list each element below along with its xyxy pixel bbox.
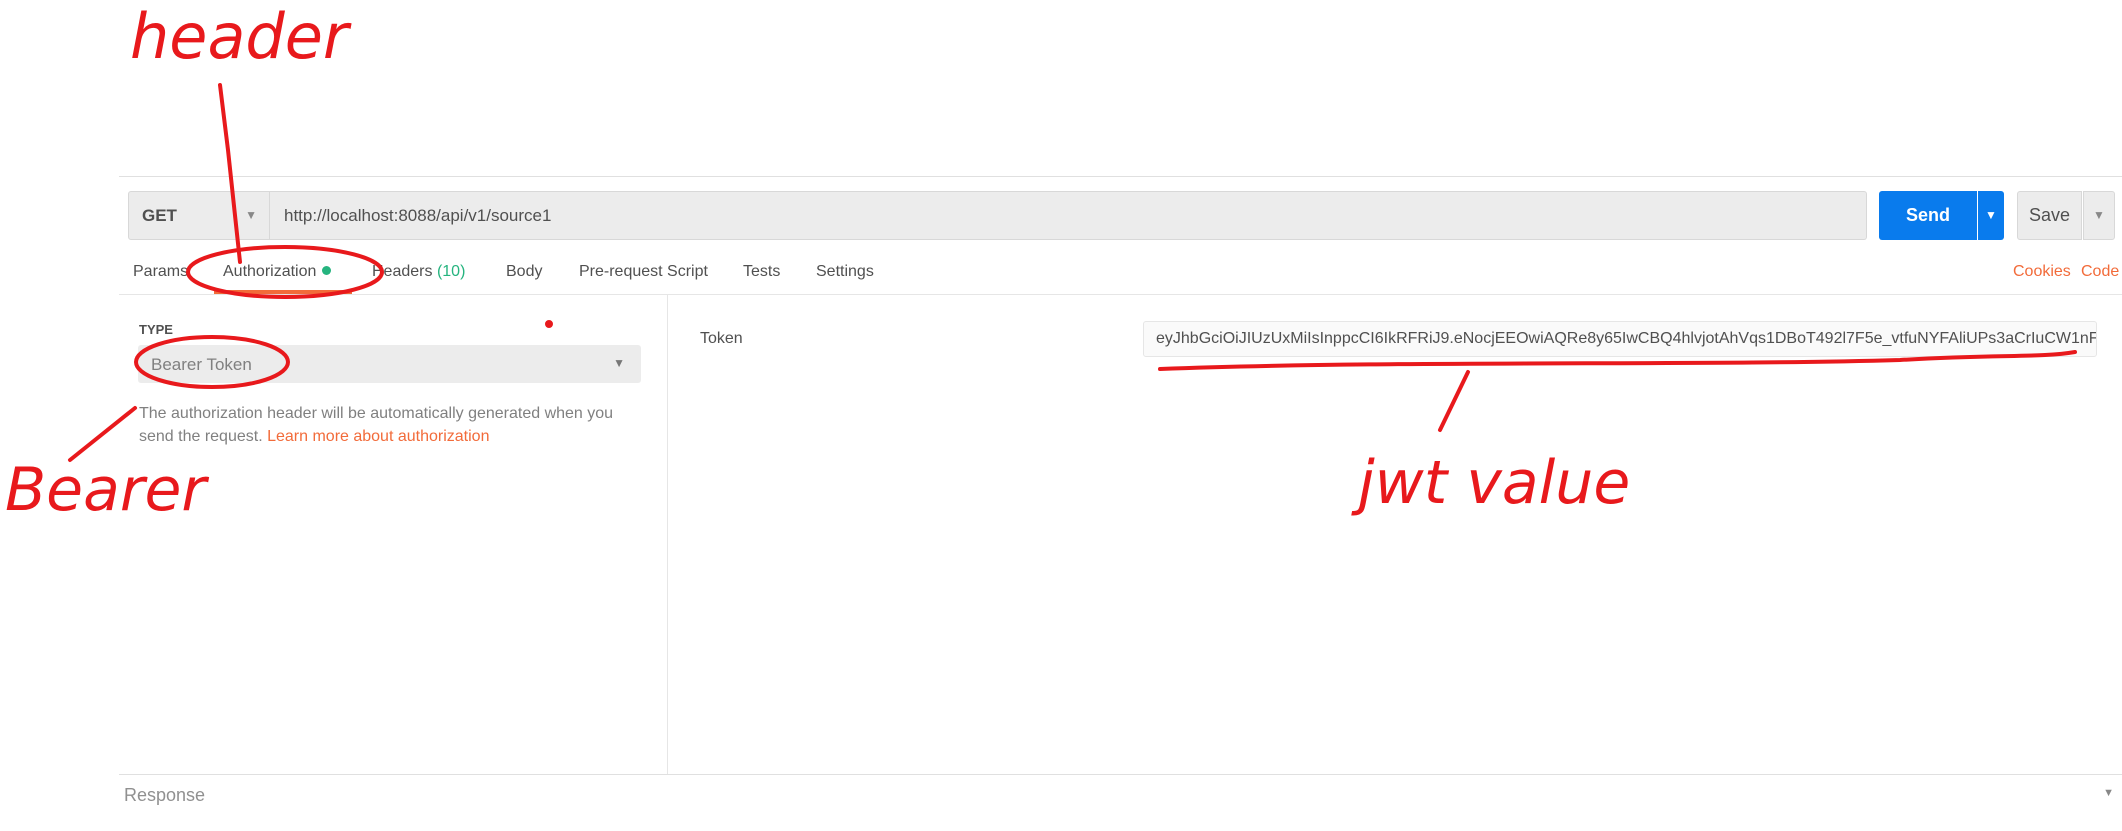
code-link[interactable]: Code: [2081, 263, 2119, 281]
method-value: GET: [142, 206, 177, 225]
annotation-arrow: [68, 406, 137, 462]
token-input[interactable]: eyJhbGciOiJIUzUxMiIsInppcCI6IkRFRiJ9.eNo…: [1143, 321, 2097, 357]
annotation-arrow: [1438, 370, 1470, 432]
annotation-header: header: [130, 0, 349, 73]
method-select[interactable]: GET ▼: [128, 191, 270, 240]
tab-headers[interactable]: Headers (10): [372, 263, 465, 281]
chevron-down-icon: ▼: [2093, 208, 2105, 222]
panel-divider: [667, 295, 668, 774]
chevron-down-icon: ▼: [2103, 787, 2114, 799]
annotation-dot: [545, 320, 553, 328]
type-label: TYPE: [139, 322, 173, 337]
status-dot-icon: [322, 266, 332, 275]
cookies-link[interactable]: Cookies: [2013, 263, 2071, 281]
tab-tests[interactable]: Tests: [743, 263, 780, 281]
auth-type-value: Bearer Token: [151, 355, 252, 374]
url-value: http://localhost:8088/api/v1/source1: [284, 206, 552, 225]
response-panel[interactable]: Response ▼: [119, 774, 2122, 815]
auth-description: The authorization header will be automat…: [139, 402, 639, 448]
tab-settings[interactable]: Settings: [816, 263, 874, 281]
url-input[interactable]: http://localhost:8088/api/v1/source1: [270, 191, 1867, 240]
chevron-down-icon: ▼: [1985, 208, 1997, 222]
send-options-button[interactable]: ▼: [1978, 191, 2004, 240]
annotation-bearer: Bearer: [5, 455, 207, 525]
divider: [119, 176, 2122, 177]
save-options-button[interactable]: ▼: [2083, 191, 2115, 240]
auth-type-select[interactable]: Bearer Token ▼: [138, 345, 641, 383]
save-button[interactable]: Save: [2017, 191, 2082, 240]
tab-authorization[interactable]: Authorization: [223, 263, 332, 281]
token-value: eyJhbGciOiJIUzUxMiIsInppcCI6IkRFRiJ9.eNo…: [1156, 330, 2097, 347]
divider: [119, 294, 2122, 295]
chevron-down-icon: ▼: [245, 208, 257, 222]
token-label: Token: [700, 330, 743, 347]
tab-params[interactable]: Params: [133, 263, 188, 281]
annotation-jwt: jwt value: [1358, 448, 1631, 518]
tab-pre-request-script[interactable]: Pre-request Script: [579, 263, 708, 281]
learn-more-link[interactable]: Learn more about authorization: [267, 428, 489, 445]
headers-count: (10): [436, 263, 466, 280]
tab-label: Authorization: [223, 263, 317, 280]
send-button[interactable]: Send: [1879, 191, 1977, 240]
tab-body[interactable]: Body: [506, 263, 542, 281]
tab-label: Headers: [372, 263, 433, 280]
chevron-down-icon: ▼: [613, 356, 625, 370]
response-label: Response: [124, 785, 206, 805]
